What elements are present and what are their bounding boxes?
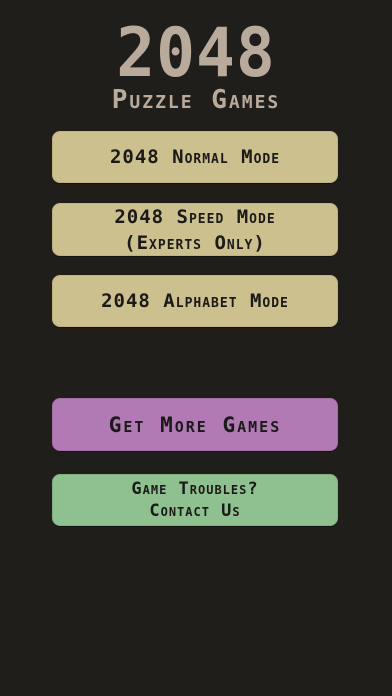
contact-support-label: Game Troubles? bbox=[131, 479, 259, 499]
normal-mode-button[interactable]: 2048 Normal Mode bbox=[52, 131, 338, 183]
speed-mode-sublabel: (Experts Only) bbox=[124, 231, 266, 254]
main-menu-screen: 2048 Puzzle Games 2048 Normal Mode 2048 … bbox=[0, 0, 392, 696]
speed-mode-label: 2048 Speed Mode bbox=[114, 205, 276, 228]
contact-support-button[interactable]: Game Troubles? Contact Us bbox=[52, 474, 338, 526]
normal-mode-label: 2048 Normal Mode bbox=[109, 146, 281, 168]
contact-support-sublabel: Contact Us bbox=[149, 501, 241, 521]
get-more-games-label: Get More Games bbox=[108, 412, 282, 437]
alphabet-mode-button[interactable]: 2048 Alphabet Mode bbox=[52, 275, 338, 327]
game-subtitle: Puzzle Games bbox=[111, 85, 281, 115]
speed-mode-button[interactable]: 2048 Speed Mode (Experts Only) bbox=[52, 203, 338, 256]
alphabet-mode-label: 2048 Alphabet Mode bbox=[101, 290, 289, 312]
game-title: 2048 bbox=[116, 14, 276, 93]
get-more-games-button[interactable]: Get More Games bbox=[52, 398, 338, 451]
